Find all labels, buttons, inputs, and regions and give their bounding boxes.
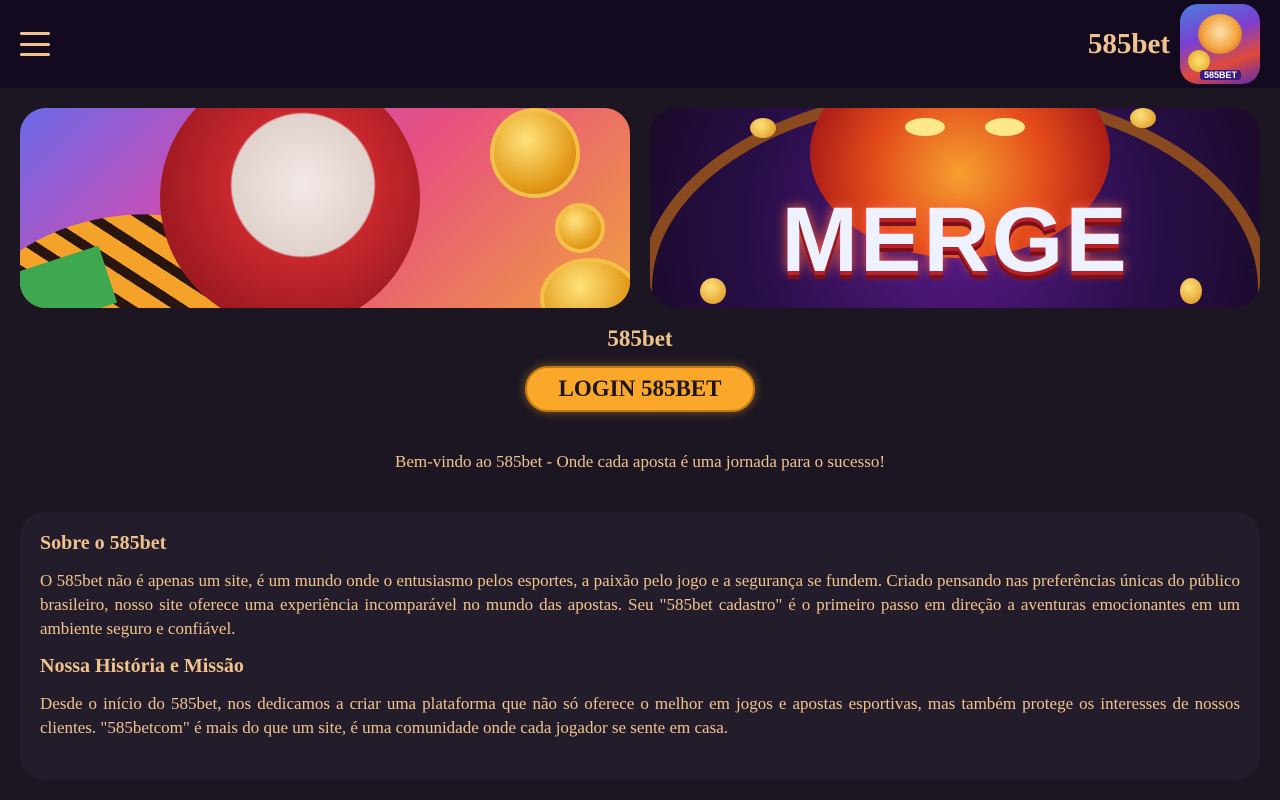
menu-bar [20, 42, 50, 46]
gold-coin [490, 108, 580, 198]
menu-bar [20, 53, 50, 56]
banner-merge[interactable]: MERGE [650, 108, 1260, 308]
dragon-eye [985, 118, 1025, 136]
logo-mascot [1198, 14, 1242, 54]
logo-coin [1188, 50, 1210, 72]
banner-row: MERGE [0, 88, 1280, 308]
gold-coin [555, 203, 605, 253]
dragon-eye [905, 118, 945, 136]
about-heading: Sobre o 585bet [40, 532, 167, 554]
menu-bar [20, 32, 50, 35]
welcome-text: Bem-vindo ao 585bet - Onde cada aposta é… [395, 452, 885, 471]
login-wrap: LOGIN 585BET [0, 366, 1280, 412]
brand-name[interactable]: 585bet [1088, 28, 1170, 61]
site-title: 585bet [607, 326, 673, 351]
brand[interactable]: 585bet 585BET [1088, 4, 1260, 84]
hamburger-menu-icon[interactable] [20, 32, 50, 56]
history-paragraph: Desde o início do 585bet, nos dedicamos … [40, 694, 1240, 737]
content-card: Sobre o 585bet O 585bet não é apenas um … [20, 512, 1260, 780]
banner-tiger[interactable] [20, 108, 630, 308]
brand-logo[interactable]: 585BET [1180, 4, 1260, 84]
login-button[interactable]: LOGIN 585BET [524, 366, 756, 412]
gold-coin [1130, 108, 1156, 128]
top-header: 585bet 585BET [0, 0, 1280, 88]
about-paragraph: O 585bet não é apenas um site, é um mund… [40, 571, 1240, 638]
history-heading: Nossa História e Missão [40, 655, 244, 677]
logo-tag: 585BET [1200, 70, 1242, 80]
gold-coin [750, 118, 776, 138]
tiger-body [160, 108, 420, 308]
gold-coin [540, 258, 630, 308]
banner-title: MERGE [781, 189, 1129, 291]
